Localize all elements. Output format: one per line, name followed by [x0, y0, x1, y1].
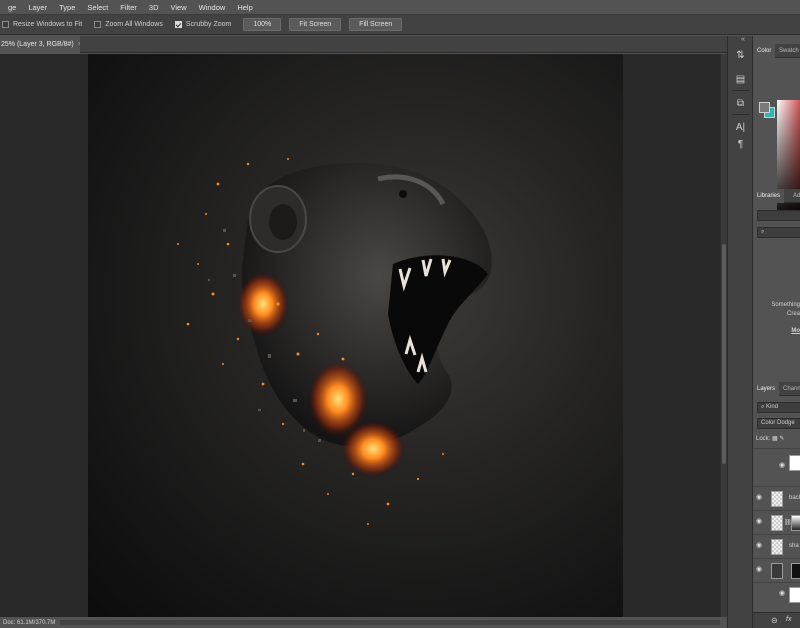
checkbox-box[interactable]	[2, 21, 9, 28]
menu-select[interactable]: Select	[81, 3, 114, 12]
document-canvas[interactable]	[88, 54, 623, 617]
properties-icon[interactable]: ▤	[733, 72, 748, 87]
layer-mask-thumbnail[interactable]	[789, 455, 800, 471]
layer-row[interactable]: ◉ back	[753, 486, 800, 510]
link-layers-icon[interactable]: ⊝	[771, 616, 778, 625]
zoom-all-windows-label: Zoom All Windows	[105, 21, 163, 28]
layer-mask-thumbnail[interactable]	[791, 563, 800, 579]
vertical-scrollbar[interactable]	[720, 54, 727, 617]
visibility-eye-icon[interactable]: ◉	[756, 542, 764, 549]
layer-row[interactable]: ◉ ⛓	[753, 510, 800, 534]
fit-screen-button[interactable]: Fit Screen	[289, 18, 342, 31]
document-tab-bar: 25% (Layer 3, RGB/8#) ×	[0, 36, 727, 53]
paragraph-icon[interactable]: ¶	[733, 137, 748, 152]
blend-mode-select[interactable]: Color Dodge	[757, 418, 800, 429]
checkbox-box-checked[interactable]	[174, 21, 182, 28]
color-panel-tabs: Color Swatch	[753, 44, 800, 58]
foreground-color-swatch[interactable]	[759, 102, 770, 113]
lock-row: Lock: ▦ ✎	[756, 435, 784, 442]
menu-bar: ge Layer Type Select Filter 3D View Wind…	[0, 0, 800, 14]
document-tab-title: 25% (Layer 3, RGB/8#)	[1, 41, 74, 48]
library-dropdown[interactable]	[757, 210, 800, 221]
library-message-line1: Something	[771, 302, 800, 308]
tab-color[interactable]: Color	[753, 44, 776, 58]
lock-paint-icon[interactable]: ✎	[779, 436, 784, 442]
menu-layer[interactable]: Layer	[22, 3, 53, 12]
clone-source-icon[interactable]: ⧉	[733, 96, 748, 111]
resize-windows-label: Resize Windows to Fit	[13, 21, 83, 28]
layer-row[interactable]: ◉ sha	[753, 534, 800, 558]
scrubby-zoom-label: Scrubby Zoom	[185, 21, 232, 28]
menu-help[interactable]: Help	[231, 3, 258, 12]
libraries-panel-tabs: Libraries Adj	[753, 189, 800, 203]
zoom-100-button[interactable]: 100%	[243, 18, 282, 31]
library-search-input[interactable]: ⌕	[757, 227, 800, 238]
layer-name[interactable]: back	[789, 495, 800, 501]
close-tab-icon[interactable]: ×	[78, 41, 80, 48]
tab-adjustments[interactable]: Adj	[789, 189, 800, 203]
visibility-eye-icon[interactable]: ◉	[779, 462, 787, 469]
library-message-line2: Crea	[786, 311, 800, 317]
canvas-area[interactable]	[0, 54, 720, 617]
visibility-eye-icon[interactable]: ◉	[756, 494, 764, 501]
fill-screen-button[interactable]: Fill Screen	[349, 18, 403, 31]
horizontal-scrollbar[interactable]	[60, 620, 720, 625]
visibility-eye-icon[interactable]: ◉	[779, 590, 787, 597]
menu-filter[interactable]: Filter	[114, 3, 143, 12]
layer-row[interactable]: ◉	[753, 558, 800, 582]
vertical-scroll-thumb[interactable]	[722, 244, 726, 464]
scrubby-zoom-checkbox[interactable]: Scrubby Zoom	[174, 21, 232, 28]
layer-name[interactable]: sha	[789, 543, 799, 549]
strip-divider	[732, 90, 749, 91]
tab-swatches[interactable]: Swatch	[775, 44, 800, 58]
kind-filter-label: Kind	[766, 404, 779, 410]
right-panels: Color Swatch Libraries Adj ⌕ Something C…	[753, 36, 800, 628]
library-learn-more-link[interactable]: Mo	[753, 328, 800, 334]
doc-size-readout[interactable]: Doc: 61.1M/370.7M	[3, 620, 55, 626]
layer-thumbnail[interactable]	[771, 515, 783, 531]
collapse-panels-icon[interactable]: «	[741, 36, 745, 43]
tab-layers[interactable]: Layers	[753, 382, 780, 396]
history-icon[interactable]: ⇅	[733, 48, 748, 63]
status-bar: Doc: 61.1M/370.7M	[0, 617, 727, 628]
artwork-image	[177, 158, 492, 525]
layer-kind-filter[interactable]: ⌕ Kind	[757, 402, 800, 413]
strip-divider	[732, 114, 749, 115]
resize-windows-checkbox[interactable]: Resize Windows to Fit	[2, 21, 82, 28]
menu-3d[interactable]: 3D	[143, 3, 165, 12]
layer-row[interactable]: ◉	[753, 448, 800, 478]
layer-thumbnail[interactable]	[771, 539, 783, 555]
search-icon: ⌕	[761, 229, 765, 235]
menu-window[interactable]: Window	[193, 3, 232, 12]
menu-image[interactable]: ge	[2, 3, 22, 12]
layer-mask-thumbnail[interactable]	[791, 515, 800, 531]
options-bar: Resize Windows to Fit Zoom All Windows S…	[0, 14, 800, 35]
layer-thumbnail[interactable]	[789, 587, 800, 603]
character-icon[interactable]: A|	[733, 120, 748, 135]
panel-icon-strip: « ⇅ ▤ ⧉ A| ¶	[727, 36, 753, 628]
layer-row[interactable]: ◉	[753, 582, 800, 606]
visibility-eye-icon[interactable]: ◉	[756, 566, 764, 573]
zoom-all-windows-checkbox[interactable]: Zoom All Windows	[94, 21, 163, 28]
visibility-eye-icon[interactable]: ◉	[756, 518, 764, 525]
lock-label: Lock:	[756, 436, 771, 442]
layers-footer: ⊝ fx	[753, 612, 800, 628]
tab-libraries[interactable]: Libraries	[753, 189, 785, 203]
menu-type[interactable]: Type	[53, 3, 81, 12]
fx-button[interactable]: fx	[786, 616, 791, 623]
menu-view[interactable]: View	[165, 3, 193, 12]
layers-panel-tabs: Layers Chann	[753, 382, 800, 396]
checkbox-box[interactable]	[94, 21, 102, 28]
layer-thumbnail[interactable]	[771, 491, 783, 507]
tab-channels[interactable]: Chann	[779, 382, 800, 396]
document-tab[interactable]: 25% (Layer 3, RGB/8#) ×	[0, 36, 80, 53]
layer-thumbnail[interactable]	[771, 563, 783, 579]
